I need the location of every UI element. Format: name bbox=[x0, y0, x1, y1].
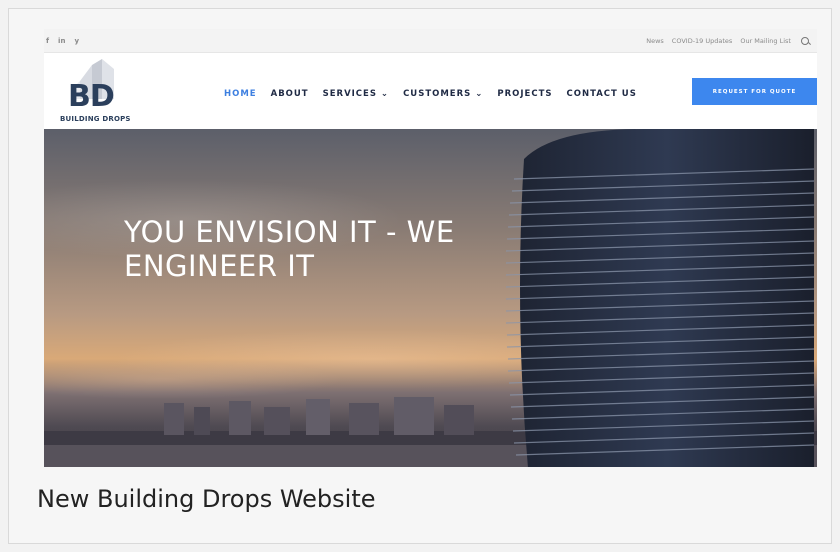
top-link-covid-updates[interactable]: COVID-19 Updates bbox=[672, 37, 733, 45]
nav-contact-us[interactable]: CONTACT US bbox=[567, 89, 637, 99]
logo-text: BUILDING DROPS bbox=[60, 115, 131, 123]
hero-headline: YOU ENVISION IT - WE ENGINEER IT bbox=[124, 215, 455, 283]
facebook-icon[interactable]: f bbox=[46, 37, 49, 45]
linkedin-icon[interactable]: in bbox=[58, 37, 65, 45]
website-screenshot: f in y News COVID-19 Updates Our Mailing… bbox=[44, 29, 817, 467]
request-quote-button[interactable]: REQUEST FOR QUOTE bbox=[692, 78, 817, 105]
social-links: f in y bbox=[46, 37, 79, 45]
nav-services[interactable]: SERVICES ⌄ bbox=[323, 89, 389, 99]
site-header: BD BUILDING DROPS HOME ABOUT SERVICES ⌄ … bbox=[44, 53, 817, 129]
skyscraper-image bbox=[505, 129, 815, 467]
top-link-news[interactable]: News bbox=[646, 37, 664, 45]
search-icon[interactable] bbox=[801, 36, 809, 45]
main-nav: HOME ABOUT SERVICES ⌄ CUSTOMERS ⌄ PROJEC… bbox=[224, 89, 637, 99]
nav-projects[interactable]: PROJECTS bbox=[497, 89, 552, 99]
top-link-mailing-list[interactable]: Our Mailing List bbox=[740, 37, 791, 45]
nav-home[interactable]: HOME bbox=[224, 89, 257, 99]
post-caption: New Building Drops Website bbox=[37, 485, 376, 513]
twitter-icon[interactable]: y bbox=[74, 37, 79, 45]
nav-customers[interactable]: CUSTOMERS ⌄ bbox=[403, 89, 483, 99]
nav-about[interactable]: ABOUT bbox=[271, 89, 309, 99]
logo-mark: BD bbox=[68, 79, 115, 114]
post-card: f in y News COVID-19 Updates Our Mailing… bbox=[8, 8, 832, 544]
logo[interactable]: BD BUILDING DROPS bbox=[60, 59, 132, 125]
hero-banner: YOU ENVISION IT - WE ENGINEER IT bbox=[44, 129, 817, 467]
top-links: News COVID-19 Updates Our Mailing List bbox=[646, 36, 809, 45]
top-bar: f in y News COVID-19 Updates Our Mailing… bbox=[44, 29, 817, 53]
